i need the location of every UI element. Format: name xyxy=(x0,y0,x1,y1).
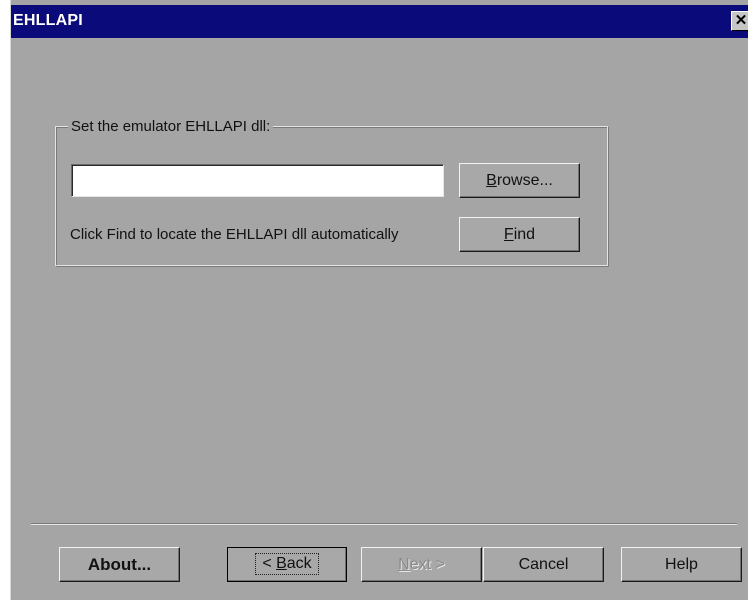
close-icon: ✕ xyxy=(734,12,748,29)
next-label: ext > xyxy=(409,556,445,573)
window-title: EHLLAPI xyxy=(13,12,83,29)
cancel-button[interactable]: Cancel xyxy=(483,547,604,582)
dll-path-input[interactable] xyxy=(71,164,443,196)
find-button[interactable]: Find xyxy=(459,217,580,252)
find-hint-text: Click Find to locate the EHLLAPI dll aut… xyxy=(70,226,399,243)
help-button[interactable]: Help xyxy=(621,547,742,582)
group-legend: Set the emulator EHLLAPI dll: xyxy=(68,118,274,135)
back-button[interactable]: < Back xyxy=(227,547,347,582)
ehllapi-dialog: EHLLAPI ✕ Set the emulator EHLLAPI dll: … xyxy=(10,0,748,600)
find-mnemonic: F xyxy=(503,226,514,243)
browse-button[interactable]: Browse... xyxy=(459,163,580,198)
emulator-dll-group: Set the emulator EHLLAPI dll: Browse... … xyxy=(55,118,608,266)
about-button[interactable]: About... xyxy=(59,547,180,582)
find-label: ind xyxy=(513,226,536,243)
footer-separator xyxy=(31,523,737,525)
browse-label: rowse... xyxy=(496,172,553,189)
next-mnemonic: N xyxy=(398,556,410,573)
next-button[interactable]: Next > xyxy=(361,547,482,582)
title-bar[interactable]: EHLLAPI ✕ xyxy=(11,5,748,38)
back-label: < Back xyxy=(255,553,319,575)
close-button[interactable]: ✕ xyxy=(731,11,748,31)
browse-mnemonic: B xyxy=(486,172,497,189)
